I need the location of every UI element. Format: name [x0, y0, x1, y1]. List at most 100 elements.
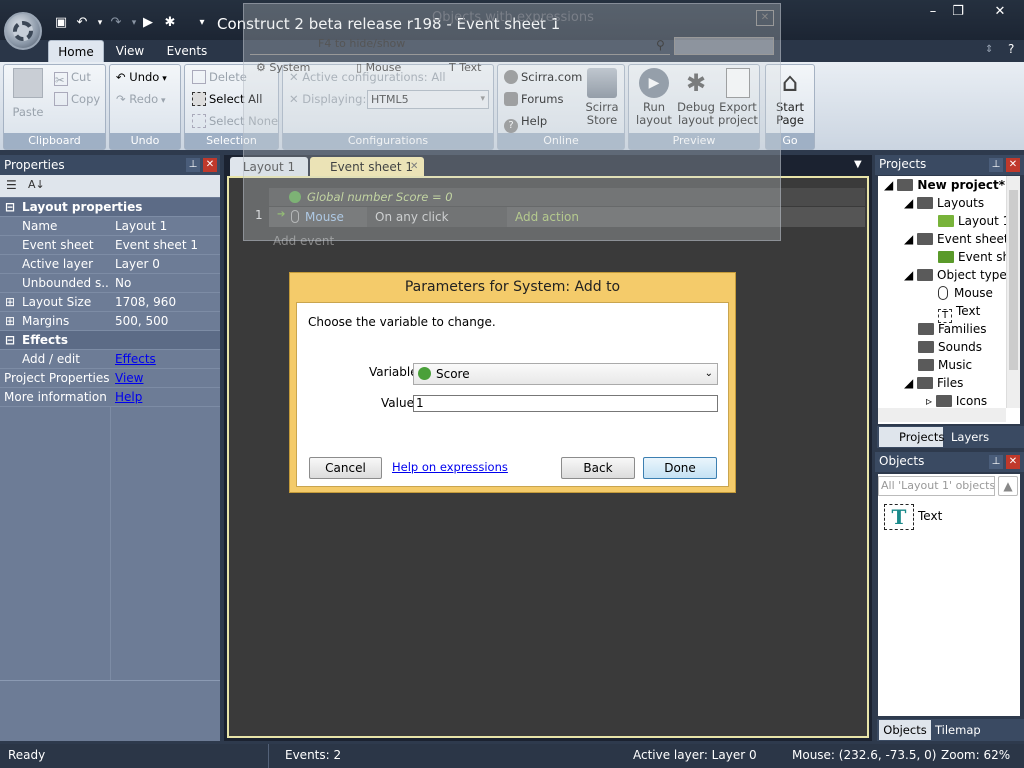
folder-icon — [918, 323, 934, 335]
tree-node[interactable]: ◢ Layouts — [904, 196, 984, 210]
value-input[interactable]: 1 — [413, 395, 718, 412]
sort-az-icon[interactable]: A↓ — [28, 178, 45, 191]
prop-row[interactable]: Active layer Layer 0 — [0, 255, 220, 274]
undo-label: Undo — [110, 133, 180, 149]
floating-search-field[interactable]: F4 to hide/show — [250, 37, 670, 55]
help-link[interactable]: Help — [115, 388, 142, 407]
save-icon[interactable]: ▣ — [52, 14, 70, 32]
tree-node[interactable]: T Text — [938, 304, 980, 323]
text-object-icon[interactable]: T — [884, 504, 914, 530]
expr-object-system[interactable]: ⚙ System — [256, 61, 310, 74]
text-icon: T — [938, 309, 952, 323]
tab-objects[interactable]: Objects — [879, 720, 931, 740]
expr-object-mouse[interactable]: ▯ Mouse — [356, 61, 401, 74]
section-layout-properties[interactable]: ⊟ Layout properties — [0, 198, 220, 217]
maximize-button[interactable]: ❐ — [943, 3, 973, 21]
floating-window-title: Objects with expressions — [432, 10, 594, 25]
undo-button[interactable]: ↶ Undo ▾ — [116, 70, 167, 84]
tree-node[interactable]: Event sh — [938, 250, 1010, 264]
clipboard-group: Paste ✂ Cut Copy Clipboard — [3, 64, 106, 150]
redo-menu-icon: ▾ — [158, 96, 166, 106]
tree-node[interactable]: Mouse — [938, 286, 993, 300]
project-tree-scrollbar[interactable] — [1006, 176, 1020, 408]
paste-button[interactable]: Paste — [8, 68, 48, 119]
undo-arrow-icon: ↶ — [116, 70, 130, 84]
ribbon-minimize-icon[interactable]: ⇕ — [985, 44, 993, 55]
effects-link[interactable]: Effects — [115, 350, 156, 369]
objects-filter-input[interactable]: All 'Layout 1' objects — [878, 476, 995, 496]
tab-events[interactable]: Events — [164, 40, 210, 62]
folder-icon — [918, 359, 934, 371]
done-button[interactable]: Done — [643, 457, 717, 479]
view-link[interactable]: View — [115, 369, 143, 388]
status-divider — [268, 744, 269, 768]
close-icon[interactable]: ✕ — [203, 158, 217, 172]
tab-list-icon[interactable]: ▼ — [854, 159, 862, 170]
objects-with-expressions-window[interactable]: Objects with expressions ✕ F4 to hide/sh… — [243, 3, 781, 241]
copy-button[interactable]: Copy — [54, 92, 100, 106]
expand-icon: ⊞ — [5, 295, 16, 309]
close-icon[interactable]: ✕ — [1006, 455, 1020, 469]
tab-home[interactable]: Home — [48, 40, 104, 62]
prop-row[interactable]: ⊞ Margins 500, 500 — [0, 312, 220, 331]
pin-icon[interactable]: ⊥ — [989, 455, 1003, 469]
scroll-thumb[interactable] — [1009, 190, 1018, 370]
tree-node[interactable]: ◢ New project* — [884, 178, 1005, 192]
tree-node[interactable]: Families — [918, 322, 986, 336]
filter-up-icon[interactable]: ▲ — [998, 476, 1018, 496]
tab-layers[interactable]: Layers — [951, 430, 989, 444]
prop-row[interactable]: Name Layout 1 — [0, 217, 220, 236]
pin-icon[interactable]: ⊥ — [989, 158, 1003, 172]
folder-icon — [917, 197, 934, 209]
tree-node[interactable]: ◢ Object types — [904, 268, 1013, 282]
tab-tilemap[interactable]: Tilemap — [935, 723, 981, 737]
search-icon: ⚲ — [656, 38, 665, 52]
tree-node[interactable]: Sounds — [918, 340, 982, 354]
redo-button[interactable]: ↷ Redo ▾ — [116, 92, 166, 106]
project-tree-hscrollbar[interactable] — [878, 408, 1006, 422]
tree-node[interactable]: ▹ Icons — [926, 394, 987, 408]
undo-icon[interactable]: ↶ — [73, 14, 91, 32]
tab-projects[interactable]: Projects — [879, 427, 944, 447]
prop-row[interactable]: Unbounded s... No — [0, 274, 220, 293]
debug-icon[interactable]: ✱ — [161, 14, 179, 32]
help-on-expressions-link[interactable]: Help on expressions — [392, 460, 508, 474]
projects-tab-strip: Projects Layers — [877, 426, 1024, 448]
close-icon[interactable]: ✕ — [1006, 158, 1020, 172]
tab-view[interactable]: View — [110, 40, 150, 62]
undo-menu-icon: ▾ — [159, 74, 167, 84]
run-icon[interactable]: ▶ — [139, 14, 157, 32]
text-object-label[interactable]: Text — [918, 509, 942, 523]
status-active-layer: Active layer: Layer 0 — [633, 748, 757, 762]
customize-qat-icon[interactable]: ▾ — [193, 14, 211, 32]
pin-icon[interactable]: ⊥ — [186, 158, 200, 172]
cancel-button[interactable]: Cancel — [309, 457, 382, 479]
folder-icon — [897, 179, 914, 191]
prop-row[interactable]: Event sheet Event sheet 1 — [0, 236, 220, 255]
folder-icon — [935, 395, 952, 407]
delete-button[interactable]: Delete — [192, 70, 247, 84]
tree-node[interactable]: Music — [918, 358, 972, 372]
tree-node[interactable]: ◢ Event sheets — [904, 232, 1015, 246]
status-ready: Ready — [8, 748, 46, 762]
search-input[interactable] — [674, 37, 774, 55]
folder-icon — [917, 377, 934, 389]
app-menu-button[interactable] — [4, 12, 42, 50]
clipboard-label: Clipboard — [4, 133, 105, 149]
ribbon-help-icon[interactable]: ? — [1008, 42, 1014, 56]
cut-button[interactable]: ✂ Cut — [54, 70, 91, 87]
back-button[interactable]: Back — [561, 457, 635, 479]
close-button[interactable]: ✕ — [980, 3, 1020, 21]
tree-node[interactable]: ◢ Files — [904, 376, 963, 390]
event-sheet-icon — [938, 251, 954, 263]
variable-select[interactable]: Score ⌄ — [413, 363, 718, 385]
tree-node[interactable]: Layout 1 — [938, 214, 1010, 228]
categorized-icon[interactable]: ☰ — [6, 178, 17, 192]
expr-object-text[interactable]: T Text — [449, 61, 481, 74]
section-effects[interactable]: ⊟ Effects — [0, 331, 220, 350]
prop-row-project: Project Properties View — [0, 369, 220, 388]
redo-icon[interactable]: ↷ — [107, 14, 125, 32]
prop-row[interactable]: ⊞ Layout Size 1708, 960 — [0, 293, 220, 312]
floating-close-button[interactable]: ✕ — [756, 10, 774, 26]
expand-icon: ⊞ — [5, 314, 16, 328]
